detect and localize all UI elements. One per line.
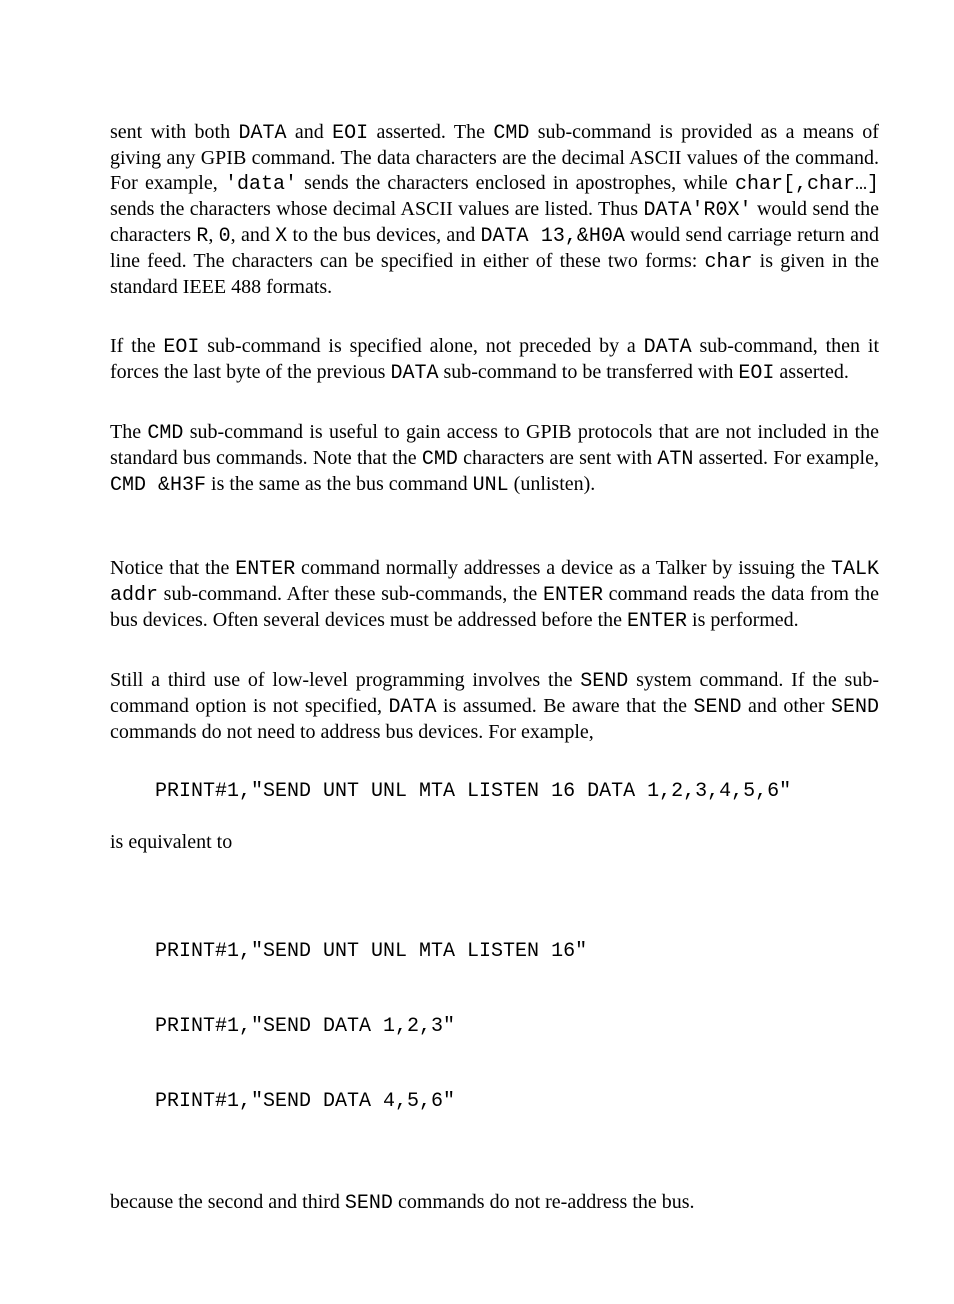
code-token: DATA bbox=[238, 122, 286, 145]
code-token: DATA bbox=[644, 336, 692, 359]
code-token: UNL bbox=[473, 474, 509, 497]
code-token: CMD &H3F bbox=[110, 474, 206, 497]
code-token: ENTER bbox=[235, 558, 295, 581]
code-token: R bbox=[196, 225, 208, 248]
code-token: EOI bbox=[738, 362, 774, 385]
text: If the bbox=[110, 335, 163, 357]
code-token: CMD bbox=[422, 448, 458, 471]
code-token: SEND bbox=[694, 696, 742, 719]
code-token: DATA'R0X' bbox=[644, 199, 752, 222]
paragraph-3: The CMD sub-command is useful to gain ac… bbox=[110, 420, 879, 498]
text: characters are sent with bbox=[458, 447, 657, 469]
code-token: SEND bbox=[345, 1192, 393, 1215]
text: sub-command. After these sub-commands, t… bbox=[158, 583, 543, 605]
code-token: CMD bbox=[493, 122, 529, 145]
code-token: EOI bbox=[163, 336, 199, 359]
code-token: CMD bbox=[147, 422, 183, 445]
code-token: ATN bbox=[657, 448, 693, 471]
text: asserted. The bbox=[368, 121, 493, 143]
text: commands do not need to address bus devi… bbox=[110, 721, 594, 743]
text: asserted. For example, bbox=[693, 447, 879, 469]
code-token: 'data' bbox=[225, 173, 297, 196]
code-line: PRINT#1,"SEND DATA 1,2,3" bbox=[155, 1014, 879, 1039]
text: is assumed. Be aware that the bbox=[437, 695, 694, 717]
text: and bbox=[286, 121, 332, 143]
paragraph-4: Notice that the ENTER command normally a… bbox=[110, 556, 879, 634]
code-token: char[,char…] bbox=[735, 173, 879, 196]
code-line: PRINT#1,"SEND DATA 4,5,6" bbox=[155, 1089, 879, 1114]
text: command normally addresses a device as a… bbox=[295, 557, 831, 579]
code-token: DATA bbox=[390, 362, 438, 385]
text: The bbox=[110, 421, 147, 443]
text: commands do not re-address the bus. bbox=[393, 1191, 695, 1213]
paragraph-6: because the second and third SEND comman… bbox=[110, 1190, 879, 1216]
text: (unlisten). bbox=[509, 473, 596, 495]
document-page: sent with both DATA and EOI asserted. Th… bbox=[0, 0, 954, 1304]
code-token: char bbox=[704, 251, 752, 274]
text: to the bus devices, and bbox=[287, 224, 480, 246]
code-token: ENTER bbox=[627, 610, 687, 633]
paragraph-1: sent with both DATA and EOI asserted. Th… bbox=[110, 120, 879, 300]
text: sends the characters whose decimal ASCII… bbox=[110, 198, 644, 220]
code-block-2: PRINT#1,"SEND UNT UNL MTA LISTEN 16" PRI… bbox=[155, 889, 879, 1164]
text: and other bbox=[742, 695, 831, 717]
code-token: 0 bbox=[219, 225, 231, 248]
code-token: EOI bbox=[332, 122, 368, 145]
code-token: DATA 13,&H0A bbox=[481, 225, 625, 248]
code-token: ENTER bbox=[543, 584, 603, 607]
text: sends the characters enclosed in apostro… bbox=[297, 172, 735, 194]
text: Still a third use of low-level programmi… bbox=[110, 669, 580, 691]
text: , bbox=[208, 224, 218, 246]
code-line: PRINT#1,"SEND UNT UNL MTA LISTEN 16" bbox=[155, 939, 879, 964]
text: , and bbox=[231, 224, 275, 246]
code-token: SEND bbox=[580, 670, 628, 693]
text: is performed. bbox=[687, 609, 799, 631]
paragraph-2: If the EOI sub-command is specified alon… bbox=[110, 334, 879, 386]
text: Notice that the bbox=[110, 557, 235, 579]
text: because the second and third bbox=[110, 1191, 345, 1213]
text: sub-command is specified alone, not prec… bbox=[199, 335, 643, 357]
code-token: X bbox=[275, 225, 287, 248]
text: sent with both bbox=[110, 121, 238, 143]
code-token: SEND bbox=[831, 696, 879, 719]
text: sub-command to be transferred with bbox=[438, 361, 738, 383]
paragraph-5: Still a third use of low-level programmi… bbox=[110, 668, 879, 745]
text: asserted. bbox=[774, 361, 848, 383]
code-token: DATA bbox=[389, 696, 437, 719]
text: is the same as the bus command bbox=[206, 473, 473, 495]
code-block-1: PRINT#1,"SEND UNT UNL MTA LISTEN 16 DATA… bbox=[155, 779, 879, 804]
between-text: is equivalent to bbox=[110, 830, 879, 855]
